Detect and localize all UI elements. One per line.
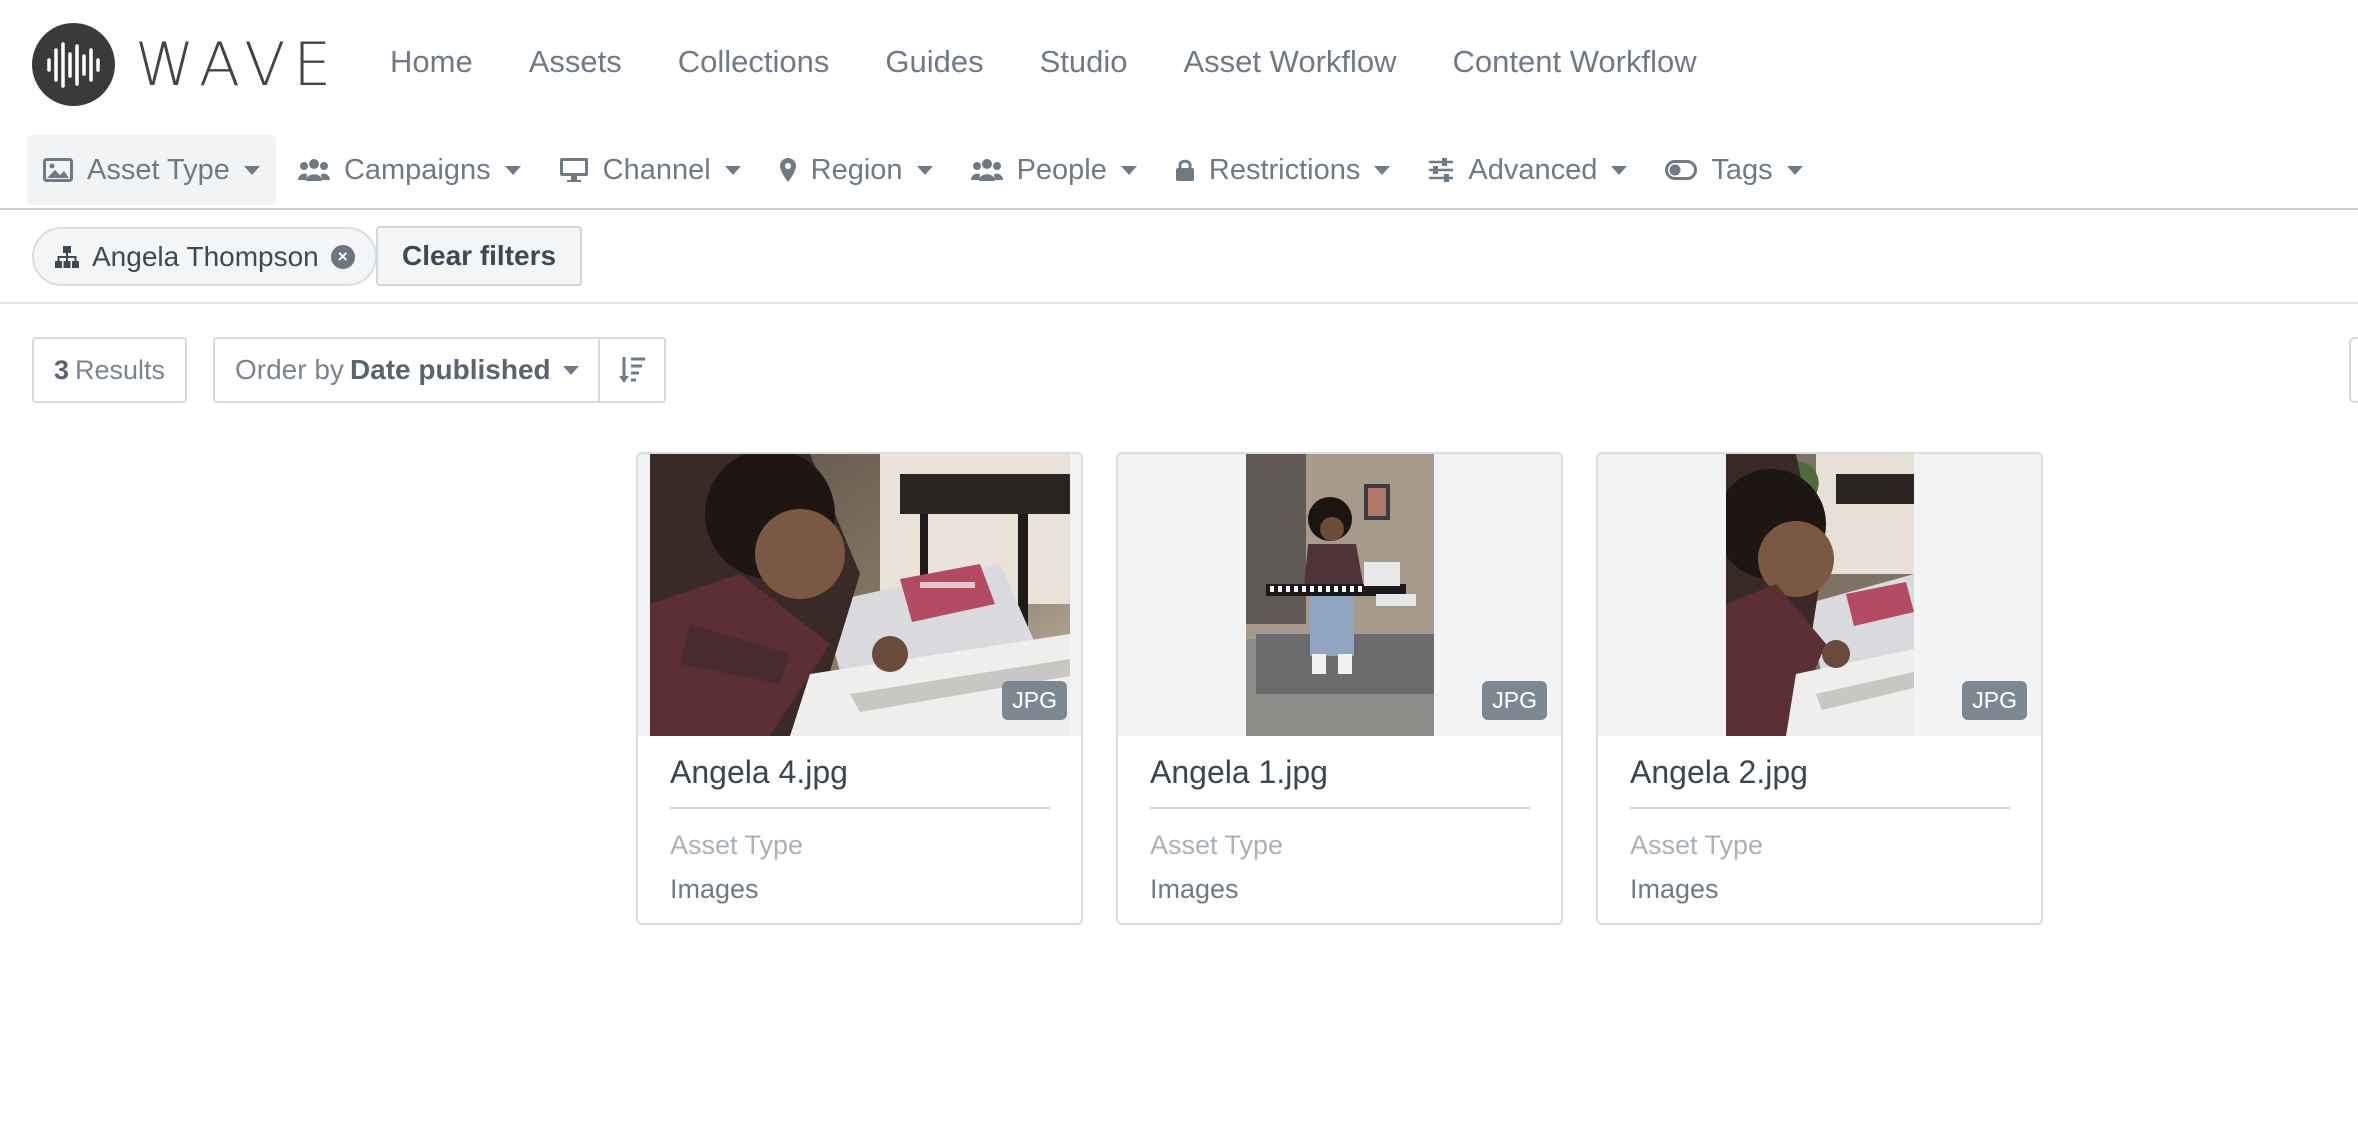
- clear-filters-button[interactable]: Clear filters: [376, 226, 583, 286]
- wave-logo[interactable]: WAVE: [32, 23, 339, 106]
- filter-label: Tags: [1711, 153, 1773, 186]
- filter-label: Region: [810, 153, 903, 186]
- caret-down-icon: [504, 165, 521, 175]
- file-type-badge: JPG: [1482, 681, 1547, 720]
- results-label: Results: [75, 354, 166, 385]
- nav-home[interactable]: Home: [390, 44, 473, 80]
- filter-label: Advanced: [1468, 153, 1598, 186]
- active-filters-row: Angela Thompson × Clear filters: [0, 212, 2358, 304]
- image-icon: [43, 158, 73, 182]
- header: WAVE Home Assets Collections Guides Stud…: [0, 0, 2358, 132]
- remove-filter-icon[interactable]: ×: [330, 244, 355, 269]
- filter-label: Asset Type: [87, 153, 230, 186]
- users-icon: [297, 158, 330, 182]
- sort-descending-icon: [618, 355, 646, 385]
- divider: [1630, 807, 2010, 809]
- filter-label: Campaigns: [343, 153, 491, 186]
- divider: [1150, 807, 1530, 809]
- filter-asset-type[interactable]: Asset Type: [27, 135, 276, 205]
- caret-down-icon: [562, 365, 579, 375]
- caret-down-icon: [1611, 165, 1628, 175]
- view-toggle-button[interactable]: [2349, 337, 2358, 403]
- filter-chip[interactable]: Angela Thompson ×: [32, 227, 377, 286]
- nav-collections[interactable]: Collections: [678, 44, 830, 80]
- filter-restrictions[interactable]: Restrictions: [1159, 135, 1407, 205]
- asset-card[interactable]: JPG Angela 2.jpg Asset Type Images: [1596, 452, 2043, 925]
- divider: [670, 807, 1050, 809]
- asset-photo: [1726, 454, 1914, 736]
- nav-assets[interactable]: Assets: [529, 44, 622, 80]
- lock-icon: [1175, 158, 1195, 182]
- order-by-prefix: Order by: [235, 354, 344, 385]
- sliders-icon: [1428, 158, 1454, 182]
- asset-type-label: Asset Type: [1630, 830, 1764, 860]
- filter-label: People: [1016, 153, 1107, 186]
- asset-type-value: Images: [1150, 874, 1239, 904]
- brand-name: WAVE: [135, 29, 340, 100]
- caret-down-icon: [1374, 165, 1391, 175]
- sort-direction-button[interactable]: [600, 339, 664, 401]
- file-type-badge: JPG: [1002, 681, 1067, 720]
- filter-people[interactable]: People: [955, 135, 1153, 205]
- caret-down-icon: [1120, 165, 1137, 175]
- users-icon: [970, 158, 1003, 182]
- order-by-value: Date published: [349, 354, 551, 385]
- filter-region[interactable]: Region: [763, 135, 949, 205]
- asset-thumbnail[interactable]: JPG: [1118, 454, 1561, 736]
- asset-type-value: Images: [1630, 874, 1719, 904]
- filter-label: Channel: [602, 153, 711, 186]
- file-type-badge: JPG: [1962, 681, 2027, 720]
- results-number: 3: [54, 354, 70, 385]
- nav-asset-workflow[interactable]: Asset Workflow: [1184, 44, 1397, 80]
- filter-campaigns[interactable]: Campaigns: [282, 135, 537, 205]
- asset-thumbnail[interactable]: JPG: [1598, 454, 2041, 736]
- caret-down-icon: [1786, 165, 1803, 175]
- main-nav: Home Assets Collections Guides Studio As…: [390, 44, 1753, 80]
- results-count: 3 Results: [32, 337, 188, 403]
- asset-photo: [1246, 454, 1434, 736]
- nav-studio[interactable]: Studio: [1040, 44, 1128, 80]
- caret-down-icon: [916, 165, 933, 175]
- asset-card[interactable]: JPG Angela 4.jpg Asset Type Images: [636, 452, 1083, 925]
- caret-down-icon: [724, 165, 741, 175]
- asset-title[interactable]: Angela 2.jpg: [1630, 754, 1808, 791]
- order-by-control: Order by Date published: [213, 337, 666, 403]
- asset-card[interactable]: JPG Angela 1.jpg Asset Type Images: [1116, 452, 1563, 925]
- asset-title[interactable]: Angela 4.jpg: [670, 754, 848, 791]
- asset-thumbnail[interactable]: JPG: [638, 454, 1081, 736]
- asset-type-label: Asset Type: [670, 830, 804, 860]
- asset-title[interactable]: Angela 1.jpg: [1150, 754, 1328, 791]
- sitemap-icon: [54, 245, 80, 269]
- filter-bar: Asset Type Campaigns Channel Region Peop…: [0, 132, 2358, 210]
- filter-label: Restrictions: [1208, 153, 1361, 186]
- chip-label: Angela Thompson: [92, 240, 319, 272]
- filter-tags[interactable]: Tags: [1649, 135, 1818, 205]
- nav-guides[interactable]: Guides: [885, 44, 983, 80]
- order-by-dropdown[interactable]: Order by Date published: [215, 339, 600, 401]
- waveform-icon: [32, 23, 115, 106]
- caret-down-icon: [243, 165, 260, 175]
- asset-type-label: Asset Type: [1150, 830, 1284, 860]
- map-marker-icon: [779, 157, 797, 183]
- monitor-icon: [559, 157, 589, 183]
- nav-content-workflow[interactable]: Content Workflow: [1453, 44, 1697, 80]
- filter-channel[interactable]: Channel: [543, 135, 757, 205]
- toggle-icon: [1665, 160, 1698, 180]
- asset-type-value: Images: [670, 874, 759, 904]
- filter-advanced[interactable]: Advanced: [1412, 135, 1643, 205]
